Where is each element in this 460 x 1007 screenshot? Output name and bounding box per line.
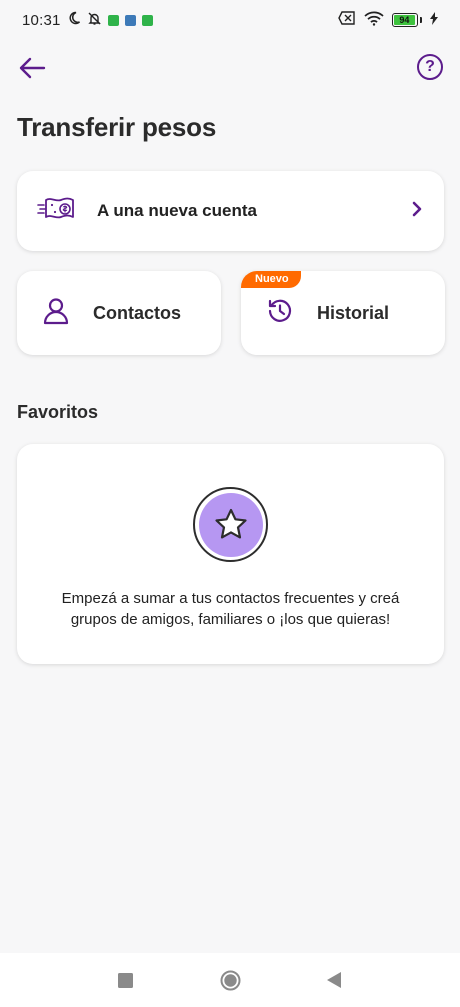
- favorites-title: Favoritos: [17, 402, 99, 422]
- app-blue-icon: [124, 14, 136, 26]
- recents-button[interactable]: [118, 973, 133, 993]
- battery-level: 94: [394, 15, 415, 25]
- home-button[interactable]: [220, 970, 241, 996]
- new-account-button[interactable]: A una nueva cuenta: [17, 171, 444, 251]
- back-button[interactable]: [16, 52, 48, 84]
- back-triangle-icon: [327, 972, 341, 988]
- person-icon: [43, 297, 69, 330]
- app-green-icon: [107, 14, 119, 26]
- money-transfer-icon: [37, 194, 77, 229]
- favorites-empty-line-2: grupos de amigos, familiares o ¡los que …: [70, 611, 391, 628]
- favorites-empty-line-1: Empezá a sumar a tus contactos frecuente…: [61, 590, 400, 607]
- system-nav-bar: [0, 953, 460, 1007]
- wifi-icon: [364, 11, 384, 30]
- help-button[interactable]: ?: [417, 54, 443, 80]
- favorites-empty-card: Empezá a sumar a tus contactos frecuente…: [17, 444, 444, 664]
- favorites-empty-text: Empezá a sumar a tus contactos frecuente…: [17, 588, 444, 630]
- help-label: ?: [425, 58, 435, 75]
- circle-icon: [220, 970, 241, 991]
- square-icon: [118, 973, 133, 988]
- history-label: Historial: [317, 302, 390, 323]
- contacts-label: Contactos: [93, 302, 182, 323]
- sim-x-icon: [338, 11, 356, 29]
- page-title: Transferir pesos: [17, 112, 217, 142]
- back-nav-button[interactable]: [326, 971, 342, 994]
- star-badge: [193, 487, 268, 562]
- new-account-label: A una nueva cuenta: [97, 201, 257, 220]
- bell-off-icon: [87, 11, 102, 30]
- new-badge: Nuevo: [241, 271, 301, 288]
- arrow-left-icon: [19, 57, 46, 79]
- history-button[interactable]: Nuevo Historial: [241, 271, 445, 355]
- history-icon: [267, 298, 293, 329]
- app-green-icon: [141, 14, 153, 26]
- star-icon: [214, 508, 247, 538]
- moon-icon: [67, 11, 81, 29]
- battery-icon: 94: [392, 13, 422, 27]
- charging-icon: [430, 11, 438, 29]
- contacts-button[interactable]: Contactos: [17, 271, 221, 355]
- status-time: 10:31: [22, 11, 61, 29]
- chevron-right-icon: [410, 201, 424, 222]
- top-bar: ?: [0, 48, 460, 88]
- status-bar: 10:31 94: [0, 0, 460, 40]
